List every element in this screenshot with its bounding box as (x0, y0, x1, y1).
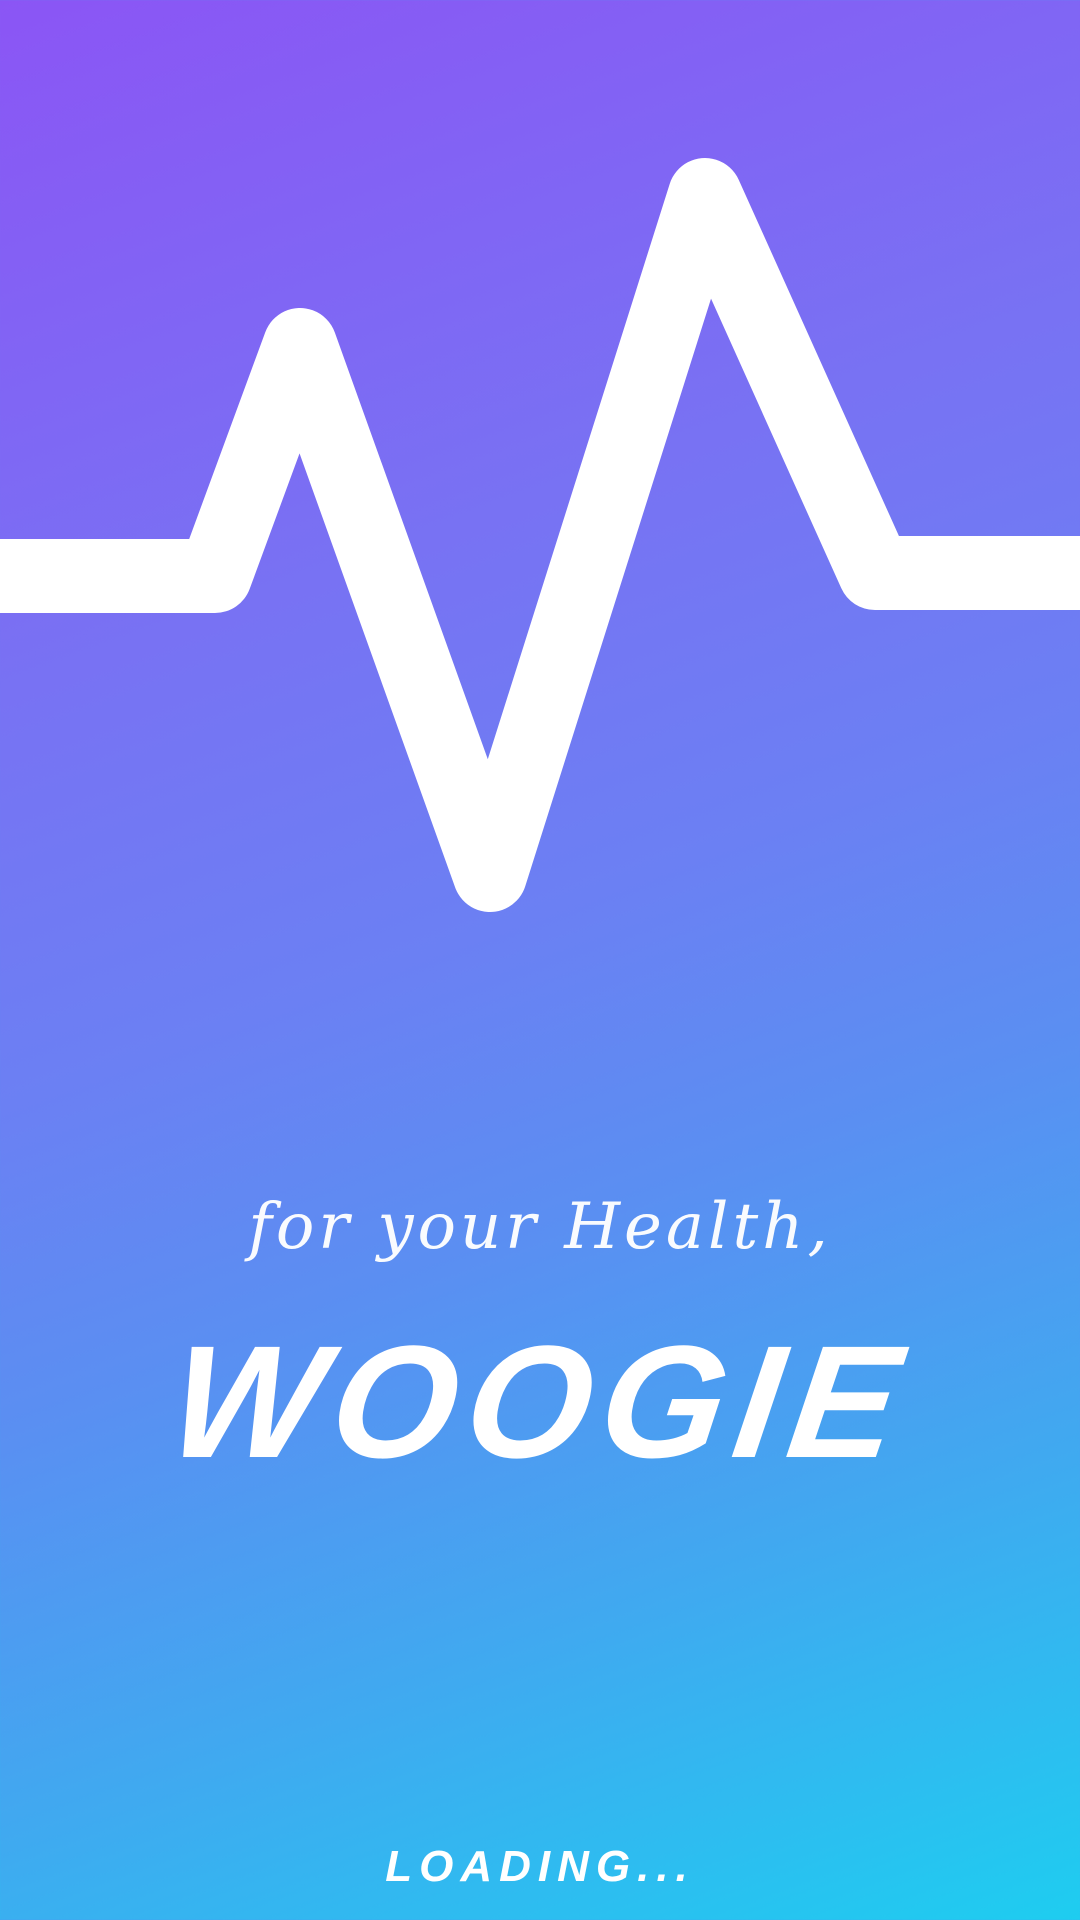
loading-indicator-text: LOADING... (385, 1842, 695, 1891)
tagline-text: for your Health, (248, 1190, 832, 1264)
brand-logo-text: WOOGIE (159, 1312, 921, 1491)
heartbeat-pulse-icon (0, 158, 1080, 912)
splash-screen: for your Health, WOOGIE LOADING... (0, 0, 1080, 1920)
